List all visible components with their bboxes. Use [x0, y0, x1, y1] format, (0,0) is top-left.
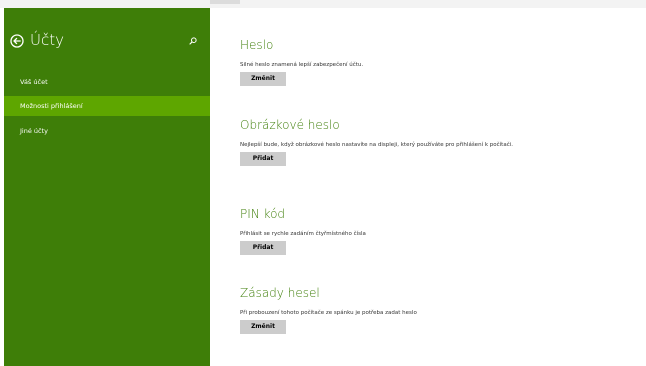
section-pin-kod: PIN kód Přihlásit se rychle zadáním čtyř… [240, 207, 560, 255]
top-strip-mark [210, 0, 240, 4]
section-title: PIN kód [240, 207, 286, 221]
sidebar [4, 8, 210, 366]
sidebar-title: Účty [30, 31, 64, 49]
section-title: Obrázkové heslo [240, 118, 340, 132]
sidebar-item-jine-ucty[interactable]: Jiné účty [4, 121, 210, 141]
section-description: Při probouzení tohoto počítače ze spánku… [240, 310, 417, 316]
sidebar-item-vas-ucet[interactable]: Váš účet [4, 72, 210, 92]
section-heslo: Heslo Silné heslo znamená lepší zabezpeč… [240, 38, 560, 86]
back-arrow-icon[interactable] [10, 34, 24, 48]
section-obrazkove-heslo: Obrázkové heslo Nejlepší bude, když obrá… [240, 118, 560, 166]
add-pin-button[interactable]: Přidat [240, 241, 286, 255]
add-picture-password-button[interactable]: Přidat [240, 152, 286, 166]
section-title: Zásady hesel [240, 286, 320, 300]
sidebar-item-moznosti-prihlaseni[interactable]: Možnosti přihlášení [4, 96, 210, 116]
change-password-button[interactable]: Změnit [240, 72, 286, 86]
search-icon[interactable] [189, 37, 197, 45]
section-zasady-hesel: Zásady hesel Při probouzení tohoto počít… [240, 286, 560, 334]
section-description: Nejlepší bude, když obrázkové heslo nast… [240, 142, 513, 148]
section-description: Silné heslo znamená lepší zabezpečení úč… [240, 62, 364, 68]
section-title: Heslo [240, 38, 274, 52]
change-password-policy-button[interactable]: Změnit [240, 320, 286, 334]
section-description: Přihlásit se rychle zadáním čtyřmístného… [240, 231, 366, 237]
top-strip [0, 0, 646, 8]
